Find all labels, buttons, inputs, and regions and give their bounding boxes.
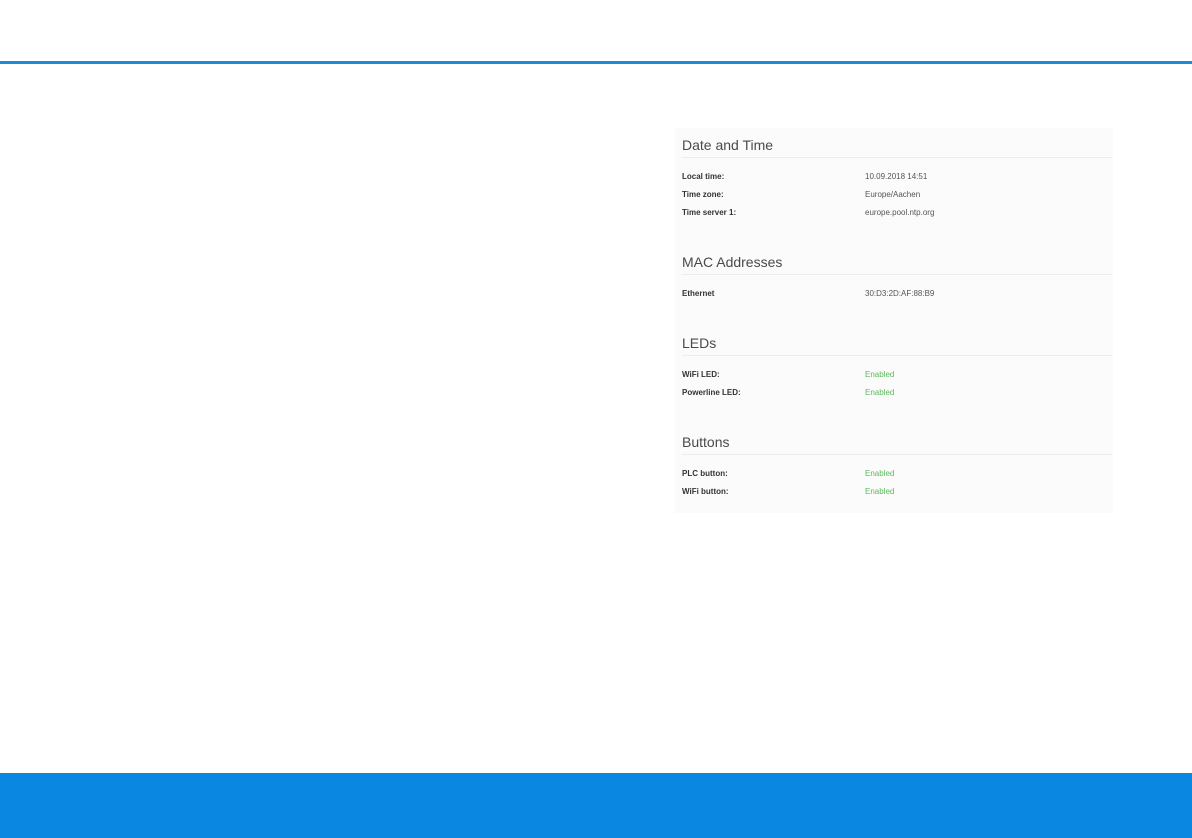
row-label: PLC button:	[682, 469, 728, 478]
row-label: Powerline LED:	[682, 388, 741, 397]
row-label: Time server 1:	[682, 208, 737, 217]
row-label: Local time:	[682, 172, 725, 181]
button-rows: PLC button: Enabled WiFi button: Enabled	[682, 455, 1112, 501]
info-row-local-time: Local time: 10.09.2018 14:51	[682, 168, 1112, 186]
info-row-ethernet: Ethernet 30:D3:2D:AF:88:B9	[682, 285, 1112, 303]
row-label: WiFi button:	[682, 487, 729, 496]
info-row-time-zone: Time zone: Europe/Aachen	[682, 186, 1112, 204]
status-enabled: Enabled	[865, 487, 895, 496]
status-enabled: Enabled	[865, 469, 895, 478]
info-row-wifi-led: WiFi LED: Enabled	[682, 366, 1112, 384]
section-title-buttons: Buttons	[682, 433, 1112, 455]
footer-bar	[0, 773, 1192, 838]
section-title-leds: LEDs	[682, 334, 1112, 356]
system-info-panel: Date and Time Local time: 10.09.2018 14:…	[675, 128, 1113, 513]
buttons-section: Buttons PLC button: Enabled WiFi button:…	[682, 433, 1112, 501]
info-row-plc-button: PLC button: Enabled	[682, 465, 1112, 483]
header-divider	[0, 61, 1192, 64]
row-label: Ethernet	[682, 289, 715, 298]
device-info-page: Date and Time Local time: 10.09.2018 14:…	[0, 0, 1192, 838]
date-time-section: Date and Time Local time: 10.09.2018 14:…	[682, 136, 1112, 222]
section-title-mac-addresses: MAC Addresses	[682, 253, 1112, 275]
info-row-powerline-led: Powerline LED: Enabled	[682, 384, 1112, 402]
status-enabled: Enabled	[865, 388, 895, 397]
row-value: Europe/Aachen	[865, 190, 921, 199]
leds-section: LEDs WiFi LED: Enabled Powerline LED: En…	[682, 334, 1112, 402]
info-row-wifi-button: WiFi button: Enabled	[682, 483, 1112, 501]
row-value: 30:D3:2D:AF:88:B9	[865, 289, 935, 298]
row-label: Time zone:	[682, 190, 724, 199]
section-title-date-time: Date and Time	[682, 136, 1112, 158]
row-value: 10.09.2018 14:51	[865, 172, 928, 181]
status-enabled: Enabled	[865, 370, 895, 379]
date-time-rows: Local time: 10.09.2018 14:51 Time zone: …	[682, 158, 1112, 222]
row-value: europe.pool.ntp.org	[865, 208, 935, 217]
mac-address-rows: Ethernet 30:D3:2D:AF:88:B9	[682, 275, 1112, 303]
led-rows: WiFi LED: Enabled Powerline LED: Enabled	[682, 356, 1112, 402]
info-row-time-server: Time server 1: europe.pool.ntp.org	[682, 204, 1112, 222]
mac-addresses-section: MAC Addresses Ethernet 30:D3:2D:AF:88:B9	[682, 253, 1112, 303]
row-label: WiFi LED:	[682, 370, 720, 379]
